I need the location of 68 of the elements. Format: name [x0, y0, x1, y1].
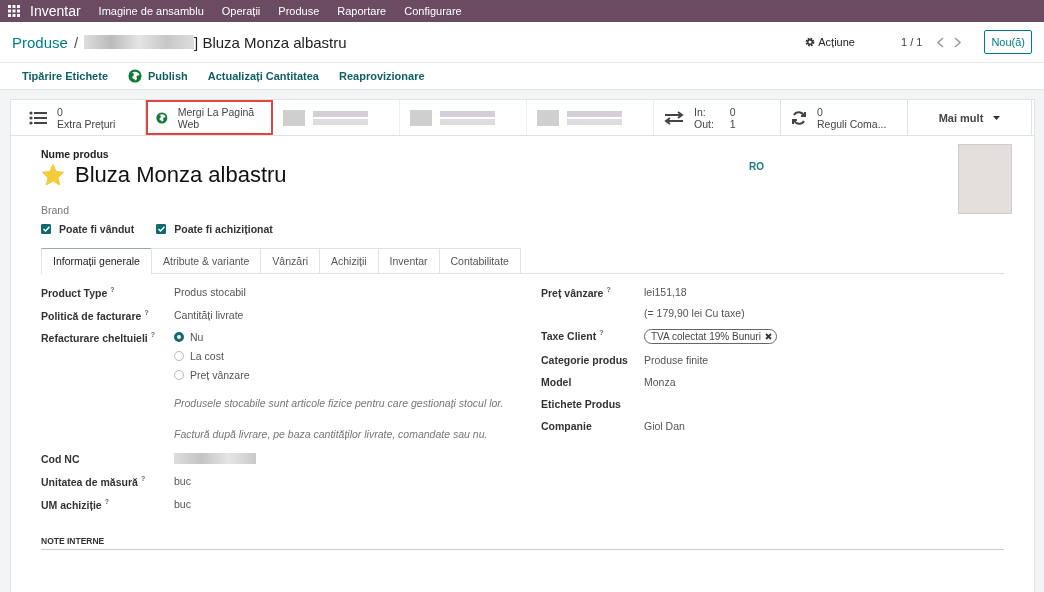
help-note: Factură după livrare, pe baza cantităților livrate, comandate sau nu. — [174, 427, 489, 442]
tab[interactable]: Contabilitate — [438, 248, 521, 273]
globe-icon — [128, 69, 142, 83]
breadcrumb-current: ] Bluza Monza albastru — [194, 33, 347, 51]
price-with-tax: (= 179,90 lei Cu taxe) — [644, 306, 746, 319]
field-label: Cod NC — [41, 453, 81, 465]
field-label: Unitatea de măsură $^{?}$ — [41, 475, 147, 488]
field-label: Refacturare cheltuieli $^{?}$ — [41, 331, 157, 344]
field-label: Model — [541, 375, 573, 388]
radio-label[interactable]: Nu — [190, 331, 204, 343]
field-label: Companie — [541, 419, 593, 432]
field-label: Preț vânzare $^{?}$ — [541, 286, 612, 299]
field-value: lei151,18 — [644, 286, 688, 298]
transfer-icon — [664, 110, 684, 125]
refresh-icon — [791, 109, 807, 126]
field-label: Product Type $^{?}$ — [41, 286, 116, 299]
menu-item[interactable]: Raportare — [337, 5, 387, 17]
new-button[interactable]: Nou(ă) — [984, 30, 1032, 54]
field-value: Giol Dan — [644, 419, 686, 432]
checkbox[interactable]: Poate fi achiziționat — [156, 223, 273, 235]
remove-icon[interactable] — [764, 332, 772, 340]
field-label: Categorie produs — [541, 353, 629, 366]
field-value: Monza — [644, 375, 677, 388]
field-value: buc — [174, 497, 192, 510]
tab[interactable]: Informații generale — [41, 248, 152, 274]
language-button[interactable]: RO — [749, 161, 764, 172]
previous-icon[interactable] — [936, 36, 946, 48]
field-value: buc — [174, 475, 192, 487]
action-menu-button[interactable]: Acțiune — [799, 35, 861, 49]
caret-icon — [993, 115, 1001, 120]
check-icon — [42, 226, 50, 232]
breadcrumb-separator: / — [73, 33, 79, 51]
field-label: Etichete Produs — [541, 397, 622, 410]
settings-icon — [805, 37, 816, 47]
radio-label[interactable]: Preț vânzare — [190, 369, 250, 381]
list-icon — [29, 110, 47, 125]
action-button[interactable]: Reaprovizionare — [339, 70, 425, 82]
field-value: Produse finite — [644, 353, 710, 366]
app-name[interactable]: Inventar — [30, 3, 81, 19]
field-value: Produs stocabil — [174, 286, 247, 298]
menu-item[interactable]: Operații — [221, 5, 261, 17]
next-icon[interactable] — [953, 36, 963, 48]
pager-text: 1 / 1 — [900, 36, 923, 48]
photo-placeholder — [958, 144, 1012, 214]
menu-item[interactable]: Produse — [278, 5, 320, 17]
product-name: Bluza Monza albastru — [75, 162, 287, 188]
help-note: Produsele stocabile sunt articole fizice pentru care gestionați stocul lor. — [174, 396, 505, 411]
go-to-website-button[interactable]: Mergi La Pagină Web — [146, 100, 273, 135]
apps-menu-icon[interactable] — [8, 5, 20, 17]
check-icon — [157, 226, 165, 232]
field-value: Cantități livrate — [174, 308, 245, 321]
field-label: UM achiziție $^{?}$ — [41, 497, 110, 510]
section-title: NOTE INTERNE — [41, 536, 1004, 550]
menu-item[interactable]: Imagine de ansamblu — [98, 5, 204, 17]
field-label: Nume produs — [41, 148, 110, 160]
checkbox[interactable]: Poate fi vândut — [41, 223, 135, 235]
menu-item[interactable]: Configurare — [404, 5, 462, 17]
publish-button[interactable]: Publish — [128, 69, 188, 83]
breadcrumb-link[interactable]: Produse — [12, 33, 68, 51]
action-button[interactable]: Actualizați Cantitatea — [207, 70, 319, 82]
star-icon[interactable] — [41, 163, 65, 187]
radio-label[interactable]: La cost — [190, 350, 224, 362]
radio-button[interactable] — [174, 332, 184, 342]
field-label: Brand — [41, 204, 71, 216]
globe-icon — [156, 110, 168, 125]
field-label: Taxe Client $^{?}$ — [541, 328, 605, 341]
action-button[interactable]: Tipărire Etichete — [22, 70, 108, 82]
field-label: Politică de facturare $^{?}$ — [41, 308, 150, 321]
